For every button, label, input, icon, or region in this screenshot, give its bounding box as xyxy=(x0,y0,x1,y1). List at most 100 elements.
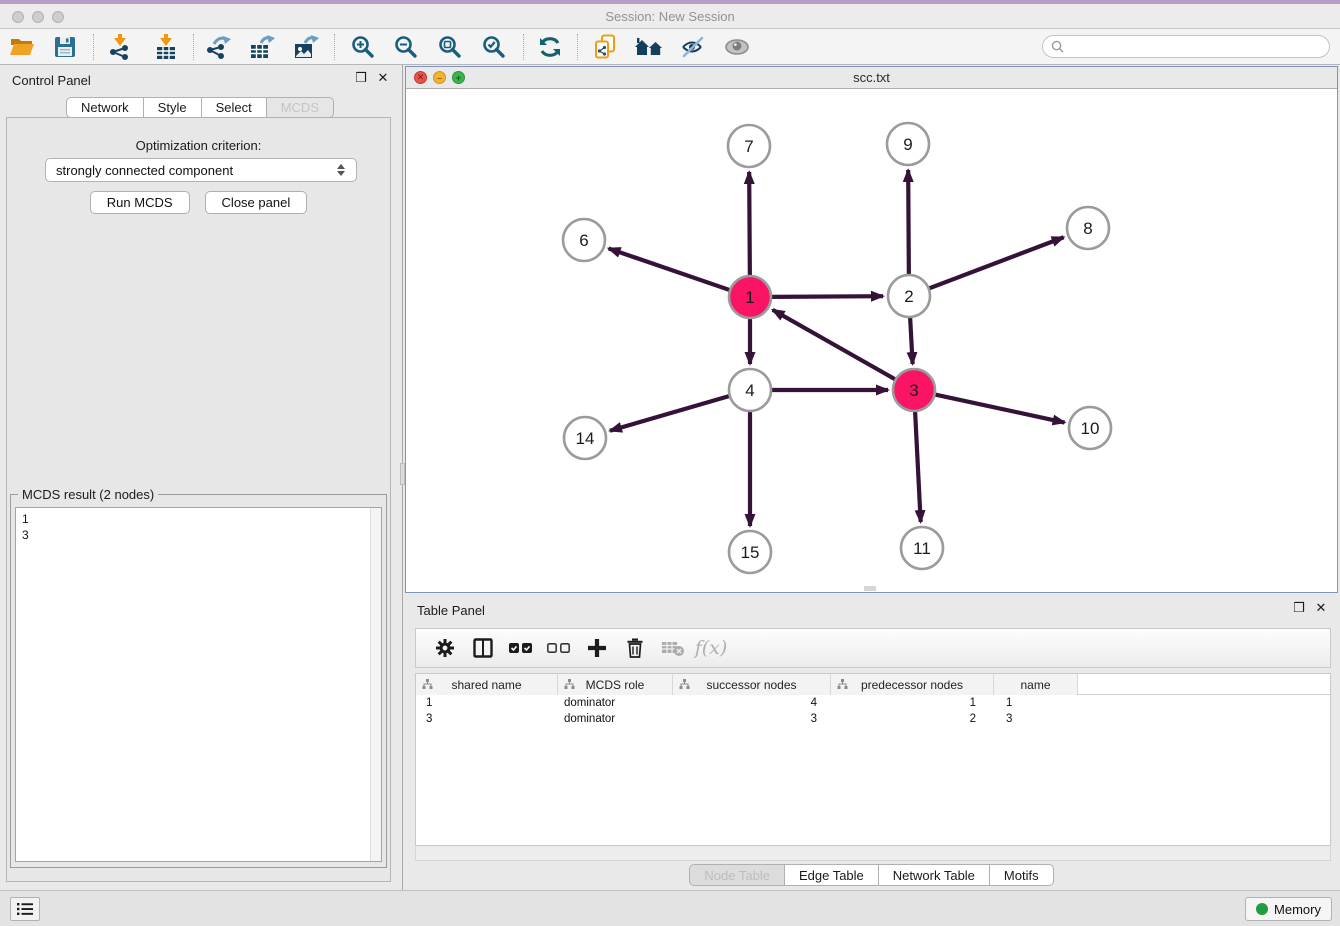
edge-2-8[interactable] xyxy=(929,237,1064,288)
node-label: 9 xyxy=(903,135,912,154)
tab-select[interactable]: Select xyxy=(202,97,267,118)
toolbar-separator xyxy=(523,34,524,60)
graph-node-9[interactable]: 9 xyxy=(887,123,929,165)
save-session-button[interactable] xyxy=(49,32,81,62)
table-tab-node-table[interactable]: Node Table xyxy=(689,864,785,886)
import-table-button[interactable] xyxy=(150,32,182,62)
refresh-button[interactable] xyxy=(534,32,566,62)
graph-node-14[interactable]: 14 xyxy=(564,417,606,459)
app-titlebar: Session: New Session xyxy=(0,4,1340,29)
zoom-selected-button[interactable] xyxy=(478,32,510,62)
zoom-fit-button[interactable] xyxy=(434,32,466,62)
graph-node-2[interactable]: 2 xyxy=(888,275,930,317)
table-tab-network-table[interactable]: Network Table xyxy=(879,864,990,886)
float-table-panel-icon[interactable] xyxy=(1292,601,1306,615)
mcds-result-title: MCDS result (2 nodes) xyxy=(18,487,158,502)
edge-4-14[interactable] xyxy=(610,396,730,431)
table-cell[interactable]: 3 xyxy=(673,711,831,727)
mcds-result-text[interactable]: 13 xyxy=(15,507,382,862)
show-all-button[interactable] xyxy=(721,32,753,62)
select-all-button[interactable] xyxy=(502,632,540,664)
table-settings-button[interactable] xyxy=(426,632,464,664)
node-label: 15 xyxy=(741,543,760,562)
column-header-predecessor-nodes[interactable]: predecessor nodes xyxy=(831,674,994,695)
graph-node-7[interactable]: 7 xyxy=(728,125,770,167)
deselect-all-button[interactable] xyxy=(540,632,578,664)
delete-column-button[interactable] xyxy=(616,632,654,664)
zoom-in-button[interactable] xyxy=(347,32,379,62)
show-columns-button[interactable] xyxy=(464,632,502,664)
graph-node-10[interactable]: 10 xyxy=(1069,407,1111,449)
eye-icon xyxy=(724,37,750,57)
float-panel-icon[interactable] xyxy=(354,71,368,85)
control-panel: Control Panel NetworkStyleSelectMCDS Opt… xyxy=(0,65,400,890)
create-column-button[interactable] xyxy=(578,632,616,664)
optimization-criterion-label: Optimization criterion: xyxy=(7,138,390,153)
close-panel-button[interactable]: Close panel xyxy=(205,191,308,214)
graph-node-3[interactable]: 3 xyxy=(893,369,935,411)
table-cell[interactable]: 1 xyxy=(416,695,558,711)
graph-node-11[interactable]: 11 xyxy=(901,527,943,569)
tab-style[interactable]: Style xyxy=(144,97,202,118)
run-mcds-button[interactable]: Run MCDS xyxy=(90,191,190,214)
table-hscrollbar[interactable] xyxy=(415,847,1331,861)
delete-table-button[interactable] xyxy=(654,632,692,664)
column-header-MCDS-role[interactable]: MCDS role xyxy=(558,674,673,695)
table-row[interactable]: 3dominator323 xyxy=(416,711,1330,727)
search-input[interactable] xyxy=(1064,36,1329,57)
table-cell[interactable]: 2 xyxy=(831,711,994,727)
home-button[interactable] xyxy=(633,32,665,62)
graph-node-15[interactable]: 15 xyxy=(729,531,771,573)
network-window-titlebar[interactable]: scc.txt xyxy=(406,67,1337,89)
memory-button[interactable]: Memory xyxy=(1245,897,1332,921)
column-header-shared-name[interactable]: shared name xyxy=(416,674,558,695)
table-cell[interactable]: dominator xyxy=(558,711,673,727)
column-type-icon xyxy=(422,679,433,690)
task-history-button[interactable] xyxy=(10,897,40,921)
toolbar-separator xyxy=(334,34,335,60)
table-cell[interactable]: 1 xyxy=(994,695,1078,711)
table-cell[interactable]: dominator xyxy=(558,695,673,711)
graph-node-6[interactable]: 6 xyxy=(563,219,605,261)
table-tab-edge-table[interactable]: Edge Table xyxy=(785,864,879,886)
edge-3-10[interactable] xyxy=(935,394,1065,422)
deselect-all-icon xyxy=(547,642,571,654)
optimization-criterion-select[interactable]: strongly connected component xyxy=(45,158,357,182)
zoom-out-button[interactable] xyxy=(390,32,422,62)
fx-icon: f(x) xyxy=(695,637,728,659)
export-image-button[interactable] xyxy=(290,32,322,62)
graph-node-8[interactable]: 8 xyxy=(1067,207,1109,249)
graph-node-1[interactable]: 1 xyxy=(729,276,771,318)
toolbar-separator xyxy=(93,34,94,60)
tab-mcds[interactable]: MCDS xyxy=(267,97,334,118)
edge-2-3[interactable] xyxy=(910,317,913,364)
tab-network[interactable]: Network xyxy=(66,97,144,118)
result-scrollbar[interactable] xyxy=(370,508,381,861)
edge-3-11[interactable] xyxy=(915,411,921,522)
edge-1-6[interactable] xyxy=(609,248,731,290)
close-table-panel-icon[interactable] xyxy=(1314,601,1328,615)
table-cell[interactable]: 4 xyxy=(673,695,831,711)
column-header-name[interactable]: name xyxy=(994,674,1078,695)
table-cell[interactable]: 3 xyxy=(416,711,558,727)
table-cell[interactable]: 3 xyxy=(994,711,1078,727)
open-session-button[interactable] xyxy=(6,32,38,62)
function-builder-button[interactable]: f(x) xyxy=(692,632,730,664)
table-row[interactable]: 1dominator411 xyxy=(416,695,1330,711)
edge-1-7[interactable] xyxy=(749,172,750,276)
close-panel-icon[interactable] xyxy=(376,71,390,85)
graph-node-4[interactable]: 4 xyxy=(729,369,771,411)
edge-3-1[interactable] xyxy=(773,310,896,380)
import-network-button[interactable] xyxy=(104,32,136,62)
export-table-button[interactable] xyxy=(246,32,278,62)
network-hscroll-thumb[interactable] xyxy=(864,586,876,591)
edge-2-9[interactable] xyxy=(908,170,909,275)
column-header-successor-nodes[interactable]: successor nodes xyxy=(673,674,831,695)
duplicate-network-button[interactable] xyxy=(589,32,621,62)
export-network-button[interactable] xyxy=(203,32,235,62)
table-cell[interactable]: 1 xyxy=(831,695,994,711)
hide-selected-button[interactable] xyxy=(677,32,709,62)
network-canvas[interactable]: 7 9 6 8 1 2 4 3 14 10 15 11 xyxy=(406,89,1337,592)
edge-1-2[interactable] xyxy=(771,296,883,297)
table-tab-motifs[interactable]: Motifs xyxy=(990,864,1054,886)
